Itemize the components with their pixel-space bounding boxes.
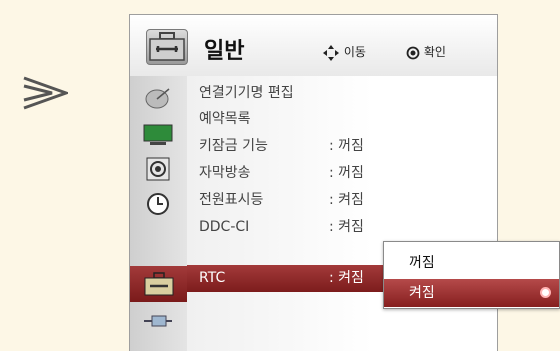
option-on[interactable]: 켜짐 [384, 279, 559, 307]
menu-item-value: : 켜짐 [329, 270, 364, 286]
rtc-options-popup: 꺼짐 켜짐 [383, 241, 560, 309]
move-hint-label: 이동 [343, 45, 366, 59]
menu-item-label: 예약목록 [199, 111, 251, 127]
speaker-icon[interactable] [137, 154, 179, 184]
menu-item-label: 키잠금 기능 [199, 138, 268, 154]
option-label: 꺼짐 [409, 255, 435, 271]
satellite-dish-icon[interactable] [137, 84, 179, 114]
menu-item[interactable]: DDC-CI : 켜짐 [187, 214, 497, 240]
monitor-icon[interactable] [137, 120, 179, 150]
ok-hint-label: 확인 [423, 45, 446, 59]
menu-item[interactable]: 자막방송 : 꺼짐 [187, 160, 497, 186]
ok-button-icon [406, 46, 420, 59]
option-off[interactable]: 꺼짐 [384, 249, 559, 277]
menu-item[interactable]: 예약목록 [187, 106, 497, 132]
category-sidebar [130, 76, 187, 351]
settings-list: 연결기기명 편집 예약목록 키잠금 기능 : 꺼짐 자막방송 : 꺼짐 전원표시… [187, 76, 497, 351]
navigate-arrows-icon [323, 44, 339, 61]
menu-item-label: 연결기기명 편집 [199, 85, 294, 101]
menu-title: 일반 [204, 39, 245, 64]
toolbox-icon [146, 29, 188, 65]
menu-item-label: 자막방송 [199, 165, 251, 181]
menu-item-label: DDC-CI [199, 219, 250, 235]
menu-item-value: : 꺼짐 [329, 165, 364, 181]
move-hint: 이동 [322, 43, 366, 62]
ok-hint: 확인 [406, 43, 446, 60]
step-arrow-icon [23, 76, 68, 110]
menu-item-value: : 켜짐 [329, 219, 364, 235]
menu-item-value: : 켜짐 [329, 192, 364, 208]
toolbox-icon[interactable] [130, 266, 187, 302]
menu-item-value: : 꺼짐 [329, 138, 364, 154]
selected-radio-icon [542, 289, 549, 296]
menu-item[interactable]: 연결기기명 편집 [187, 80, 497, 106]
menu-item-label: 전원표시등 [199, 192, 264, 208]
menu-header: 일반 이동 확인 [130, 15, 497, 76]
connector-icon[interactable] [137, 306, 179, 336]
menu-item[interactable]: 전원표시등 : 켜짐 [187, 187, 497, 213]
menu-item[interactable]: 키잠금 기능 : 꺼짐 [187, 133, 497, 159]
menu-item-label: RTC [199, 270, 226, 286]
clock-icon[interactable] [137, 189, 179, 219]
option-label: 켜짐 [409, 285, 435, 301]
